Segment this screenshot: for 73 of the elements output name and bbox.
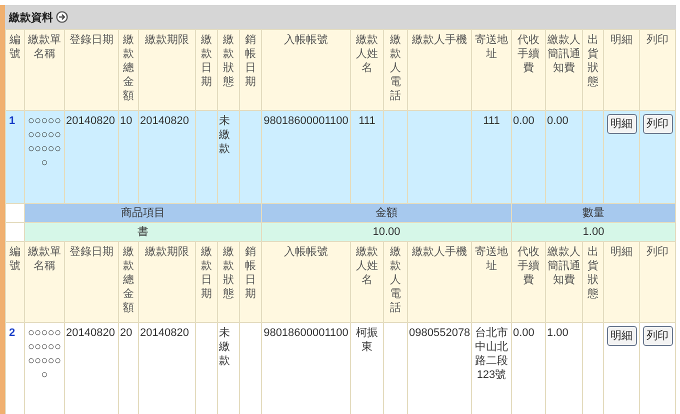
column-header: 繳款人簡訊通知費 (546, 242, 582, 322)
column-header: 繳款人電話 (384, 242, 408, 322)
column-header: 繳款單名稱 (24, 242, 64, 322)
column-header: 繳款人手機 (408, 242, 472, 322)
table-cell: 0980552078 (409, 327, 470, 339)
column-header: 繳款期限 (138, 30, 196, 110)
column-header: 繳款期限 (138, 242, 196, 322)
section-title: 繳款資料 (9, 10, 53, 24)
detail-button[interactable]: 明細 (606, 114, 636, 134)
table-cell: 98018600001100 (264, 327, 348, 339)
arrow-circle-icon[interactable] (56, 11, 68, 23)
column-header: 登錄日期 (64, 242, 118, 322)
item-column-header: 商品項目 (121, 207, 165, 219)
column-header: 繳款人姓名 (350, 30, 384, 110)
table-cell: 20140820 (140, 115, 189, 127)
record-row[interactable]: 2 ○○○○○○○○○○○○○○○○ 20140820 20 20140820 未繳款 98018600001100 柯振東 0980552078 台北市中山北路二段123號 0.00 1.00 明細 列印 (6, 322, 676, 414)
table-cell: 20140820 (66, 115, 115, 127)
table-cell: 20 (120, 327, 132, 339)
column-header: 登錄日期 (64, 30, 118, 110)
column-header: 繳款人姓名 (350, 242, 384, 322)
table-cell: 未繳款 (219, 327, 230, 367)
column-header: 繳款單名稱 (24, 30, 64, 110)
table-cell: 0.00 (547, 115, 568, 127)
column-header: 繳款人手機 (408, 30, 472, 110)
print-button[interactable]: 列印 (642, 326, 672, 346)
table-cell: 111 (483, 115, 500, 127)
column-header: 繳款狀態 (218, 242, 240, 322)
column-header: 入帳帳號 (262, 30, 350, 110)
column-header: 繳款總金額 (118, 30, 138, 110)
item-cell: 1.00 (582, 226, 604, 238)
column-header: 出貨狀態 (582, 242, 604, 322)
print-button[interactable]: 列印 (642, 114, 672, 134)
column-header: 繳款總金額 (118, 242, 138, 322)
table-cell: 111 (358, 115, 376, 127)
table-cell: 20140820 (140, 327, 189, 339)
column-header: 繳款狀態 (218, 30, 240, 110)
table-cell: 台北市中山北路二段123號 (475, 327, 508, 381)
table-cell: 0.00 (513, 327, 534, 339)
column-header: 入帳帳號 (262, 242, 350, 322)
column-header: 明細 (604, 30, 640, 110)
table-cell: 10 (120, 115, 132, 127)
table-cell: 1.00 (547, 327, 568, 339)
column-header: 列印 (640, 30, 676, 110)
column-header: 代收手續費 (512, 242, 546, 322)
record-row[interactable]: 1 ○○○○○○○○○○○○○○○○ 20140820 10 20140820 未繳款 98018600001100 111 111 0.00 0.00 明細 列印 (6, 110, 676, 204)
table-cell: ○○○○○○○○○○○○○○○○ (28, 327, 62, 381)
column-header: 明細 (604, 242, 640, 322)
column-header: 出貨狀態 (582, 30, 604, 110)
column-header: 繳款日期 (196, 30, 218, 110)
detail-button[interactable]: 明細 (606, 326, 636, 346)
column-header: 寄送地址 (472, 242, 512, 322)
table-cell: 20140820 (66, 327, 115, 339)
column-header: 繳款人簡訊通知費 (546, 30, 582, 110)
column-header: 寄送地址 (472, 30, 512, 110)
table-cell: 柯振東 (356, 327, 378, 353)
table-cell: ○○○○○○○○○○○○○○○○ (28, 115, 62, 169)
item-column-header: 數量 (582, 207, 604, 219)
column-header: 繳款人電話 (384, 30, 408, 110)
table-cell: 98018600001100 (264, 115, 348, 127)
table-cell: 未繳款 (219, 115, 230, 155)
column-header: 編號 (6, 242, 24, 322)
column-header: 編號 (6, 30, 24, 110)
column-header: 代收手續費 (512, 30, 546, 110)
column-header: 繳款日期 (196, 242, 218, 322)
table-cell: 0.00 (513, 115, 534, 127)
column-header: 銷帳日期 (240, 242, 262, 322)
item-cell: 書 (138, 226, 148, 238)
column-header: 列印 (640, 242, 676, 322)
item-cell: 10.00 (372, 226, 400, 238)
column-header: 銷帳日期 (240, 30, 262, 110)
record-number-link[interactable]: 2 (7, 327, 16, 339)
record-number-link[interactable]: 1 (7, 115, 16, 127)
item-column-header: 金額 (376, 207, 398, 219)
